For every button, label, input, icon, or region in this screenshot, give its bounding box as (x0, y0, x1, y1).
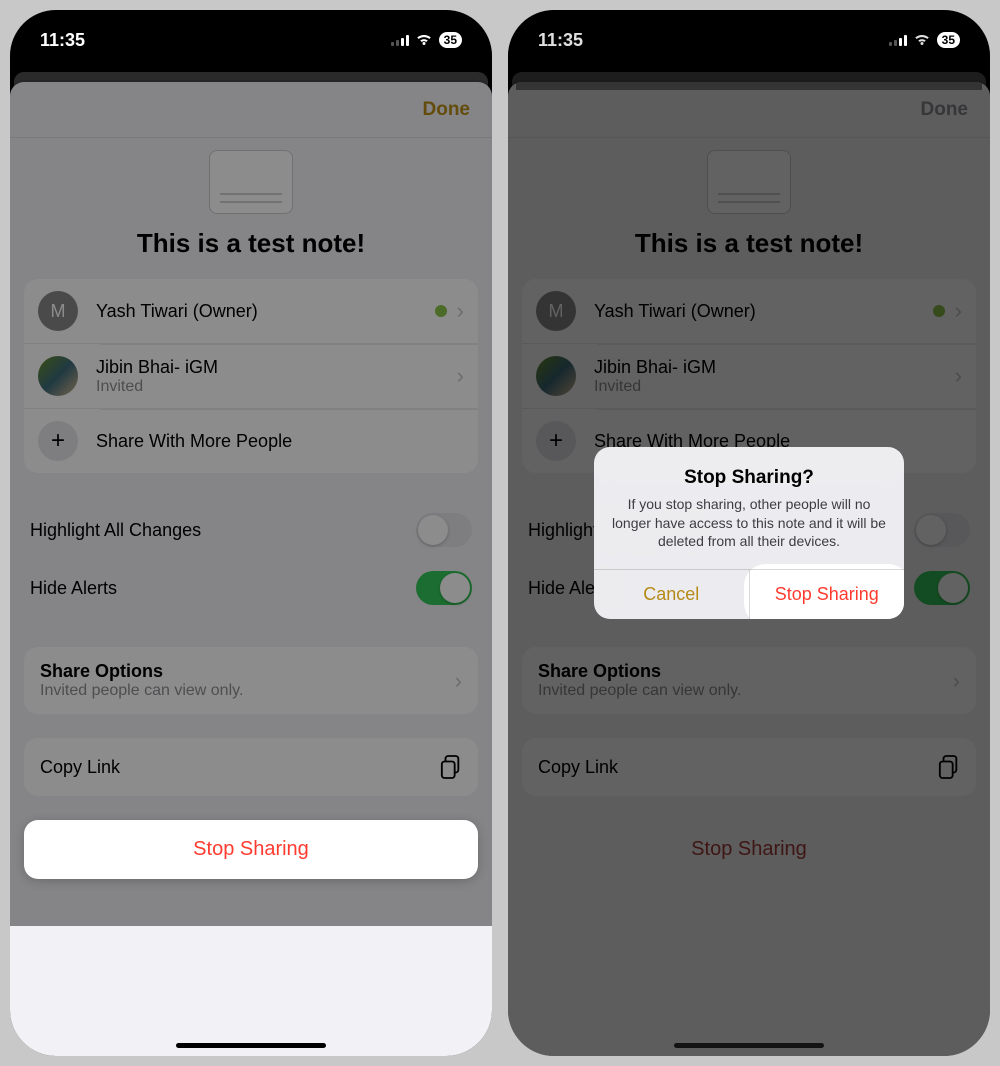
alert-container: Stop Sharing? If you stop sharing, other… (508, 10, 990, 1056)
status-time: 11:35 (538, 30, 583, 51)
battery-icon: 35 (439, 32, 462, 48)
wifi-icon (415, 30, 433, 51)
status-right: 35 (391, 30, 462, 51)
dim-overlay (10, 10, 492, 926)
alert-cancel-button[interactable]: Cancel (594, 570, 750, 619)
screenshot-left: 11:35 35 Done This is a test note! M Yas… (10, 10, 492, 1056)
signal-icon (889, 34, 907, 46)
status-bar: 11:35 35 (508, 10, 990, 70)
stop-sharing-alert: Stop Sharing? If you stop sharing, other… (594, 447, 904, 620)
screenshot-right: 11:35 35 Done This is a test note! M Yas… (508, 10, 990, 1056)
signal-icon (391, 34, 409, 46)
stop-sharing-label: Stop Sharing (193, 838, 309, 860)
status-bar: 11:35 35 (10, 10, 492, 70)
wifi-icon (913, 30, 931, 51)
battery-icon: 35 (937, 32, 960, 48)
alert-message: If you stop sharing, other people will n… (612, 495, 886, 552)
alert-confirm-button[interactable]: Stop Sharing (750, 570, 905, 619)
status-right: 35 (889, 30, 960, 51)
stop-sharing-button[interactable]: Stop Sharing (24, 820, 478, 879)
home-indicator[interactable] (176, 1043, 326, 1048)
status-time: 11:35 (40, 30, 85, 51)
alert-title: Stop Sharing? (612, 467, 886, 489)
